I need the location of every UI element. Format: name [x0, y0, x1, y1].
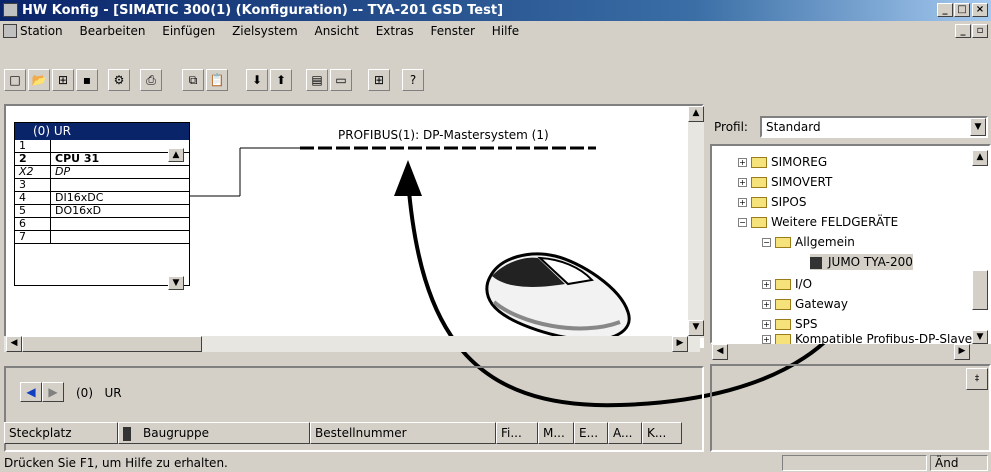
tree-item-weitere-feldgeraete[interactable]: − Weitere FELDGERÄTE — [738, 214, 898, 230]
tree-item-sps[interactable]: + SPS — [762, 316, 817, 332]
tree-item-jumo-tya-200[interactable]: JUMO TYA-200 — [810, 254, 913, 270]
expand-icon[interactable]: + — [762, 300, 771, 309]
profil-label: Profil: — [714, 120, 748, 134]
tree-item-sipos[interactable]: + SIPOS — [738, 194, 806, 210]
expand-icon[interactable]: + — [738, 178, 747, 187]
col-bestellnummer[interactable]: Bestellnummer — [310, 422, 496, 444]
status-text: Drücken Sie F1, um Hilfe zu erhalten. — [4, 456, 228, 470]
expand-icon[interactable]: + — [762, 280, 771, 289]
catalog-scroll-thumb[interactable] — [972, 270, 988, 310]
catalog-scroll-up-icon[interactable]: ▲ — [972, 150, 988, 166]
folder-open-icon — [751, 217, 767, 228]
col-a[interactable]: A... — [608, 422, 642, 444]
expand-icon[interactable]: + — [738, 158, 747, 167]
collapse-icon[interactable]: − — [762, 238, 771, 247]
scroll-right-icon[interactable]: ▶ — [672, 336, 688, 352]
folder-icon — [751, 197, 767, 208]
col-baugruppe[interactable]: Baugruppe — [118, 422, 310, 444]
status-field — [782, 455, 927, 471]
col-k[interactable]: K... — [642, 422, 682, 444]
folder-icon — [775, 319, 791, 330]
profil-value: Standard — [766, 120, 821, 134]
back-arrow-icon[interactable]: ◀ — [20, 382, 42, 402]
info-toggle-icon[interactable]: ‡ — [966, 368, 988, 390]
profil-select[interactable]: Standard — [760, 116, 988, 138]
folder-icon — [775, 334, 791, 344]
status-mode: Änd — [930, 455, 988, 471]
tree-item-simoreg[interactable]: + SIMOREG — [738, 154, 827, 170]
col-e[interactable]: E... — [574, 422, 608, 444]
expand-icon[interactable]: + — [762, 320, 771, 329]
vertical-scrollbar[interactable] — [688, 106, 704, 338]
module-icon — [123, 426, 131, 441]
tree-item-gateway[interactable]: + Gateway — [762, 296, 848, 312]
scroll-thumb[interactable] — [22, 336, 202, 352]
folder-icon — [775, 299, 791, 310]
expand-icon[interactable]: + — [738, 198, 747, 207]
folder-icon — [751, 157, 767, 168]
folder-icon — [775, 279, 791, 290]
detail-rack-label: (0) UR — [76, 386, 122, 400]
device-icon — [810, 256, 822, 269]
col-m[interactable]: M... — [538, 422, 574, 444]
catalog-info-panel — [710, 364, 991, 452]
forward-arrow-icon[interactable]: ▶ — [42, 382, 64, 402]
chevron-down-icon[interactable]: ▼ — [970, 118, 986, 136]
col-steckplatz[interactable]: Steckplatz — [4, 422, 118, 444]
folder-icon — [751, 177, 767, 188]
tree-item-simovert[interactable]: + SIMOVERT — [738, 174, 832, 190]
catalog-scroll-down-icon[interactable]: ▼ — [972, 330, 988, 344]
scroll-down-icon[interactable]: ▼ — [688, 320, 704, 336]
tree-item-allgemein[interactable]: − Allgemein — [762, 234, 855, 250]
tree-item-io[interactable]: + I/O — [762, 276, 812, 292]
collapse-icon[interactable]: − — [738, 218, 747, 227]
tree-item-kompatible-profibus-dp-slaves[interactable]: + Kompatible Profibus-DP-Slaves — [762, 334, 978, 344]
folder-open-icon — [775, 237, 791, 248]
expand-icon[interactable]: + — [762, 335, 771, 344]
col-fi[interactable]: Fi... — [496, 422, 538, 444]
catalog-scroll-right-icon[interactable]: ▶ — [954, 344, 970, 360]
catalog-scroll-left-icon[interactable]: ◀ — [712, 344, 728, 360]
scroll-up-icon[interactable]: ▲ — [688, 106, 704, 122]
scroll-left-icon[interactable]: ◀ — [6, 336, 22, 352]
